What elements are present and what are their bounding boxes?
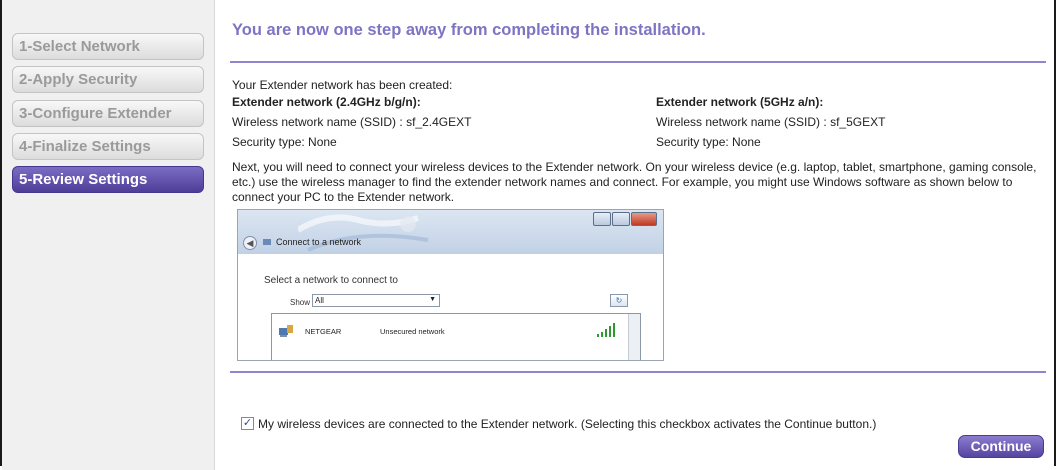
list-scrollbar bbox=[628, 314, 640, 360]
page-headline: You are now one step away from completin… bbox=[232, 21, 706, 39]
window-controls bbox=[593, 212, 657, 228]
network-24-security: Security type: None bbox=[232, 135, 337, 149]
network-5-ssid-label: Wireless network name (SSID) : bbox=[656, 115, 827, 129]
network-5-ssid-value: sf_5GEXT bbox=[830, 115, 886, 129]
network-24-ssid-label: Wireless network name (SSID) : bbox=[232, 115, 403, 129]
bottom-divider bbox=[230, 371, 1046, 373]
back-arrow-icon: ◀ bbox=[243, 236, 257, 250]
network-24-heading: Extender network (2.4GHz b/g/n): bbox=[232, 95, 421, 109]
signal-strength-icon bbox=[597, 323, 615, 337]
network-icon bbox=[263, 239, 271, 245]
wireless-network-icon bbox=[279, 325, 293, 337]
network-5-security: Security type: None bbox=[656, 135, 761, 149]
step-select-network[interactable]: 1-Select Network bbox=[12, 33, 204, 60]
select-network-prompt: Select a network to connect to bbox=[264, 275, 398, 286]
window-title: Connect to a network bbox=[276, 237, 362, 247]
network-list: NETGEAR Unsecured network bbox=[271, 313, 641, 360]
network-name: NETGEAR bbox=[305, 327, 342, 336]
created-text: Your Extender network has been created: bbox=[232, 78, 453, 92]
network-security: Unsecured network bbox=[380, 327, 445, 336]
step-review-settings[interactable]: 5-Review Settings bbox=[12, 166, 204, 193]
step-configure-extender[interactable]: 3-Configure Extender bbox=[12, 100, 204, 127]
show-filter-select: All ▼ bbox=[312, 294, 440, 307]
refresh-icon: ↻ bbox=[610, 294, 628, 307]
network-24-ssid-value: sf_2.4GEXT bbox=[406, 115, 472, 129]
window-titlebar: ◀ Connect to a network bbox=[238, 210, 663, 254]
instructions-text: Next, you will need to connect your wire… bbox=[232, 160, 1037, 204]
maximize-icon bbox=[612, 212, 630, 226]
top-divider bbox=[230, 61, 1046, 63]
network-5-heading: Extender network (5GHz a/n): bbox=[656, 95, 824, 109]
step-apply-security[interactable]: 2-Apply Security bbox=[12, 66, 204, 93]
show-filter-value: All bbox=[315, 296, 324, 305]
network-5-ssid: Wireless network name (SSID) : sf_5GEXT bbox=[656, 115, 885, 129]
step-finalize-settings[interactable]: 4-Finalize Settings bbox=[12, 133, 204, 160]
network-list-item: NETGEAR Unsecured network bbox=[278, 322, 618, 346]
continue-button[interactable]: Continue bbox=[958, 435, 1044, 458]
sidebar: 1-Select Network 2-Apply Security 3-Conf… bbox=[2, 0, 215, 470]
network-24-ssid: Wireless network name (SSID) : sf_2.4GEX… bbox=[232, 115, 471, 129]
minimize-icon bbox=[593, 212, 611, 226]
chevron-down-icon: ▼ bbox=[429, 296, 436, 303]
devices-connected-label: My wireless devices are connected to the… bbox=[258, 417, 877, 431]
show-label: Show bbox=[290, 298, 311, 307]
close-icon bbox=[631, 212, 657, 226]
windows-example-screenshot: ◀ Connect to a network Select a network … bbox=[237, 209, 664, 361]
devices-connected-checkbox[interactable]: ✓ bbox=[241, 417, 254, 430]
window-decoration-graphic bbox=[298, 214, 429, 252]
